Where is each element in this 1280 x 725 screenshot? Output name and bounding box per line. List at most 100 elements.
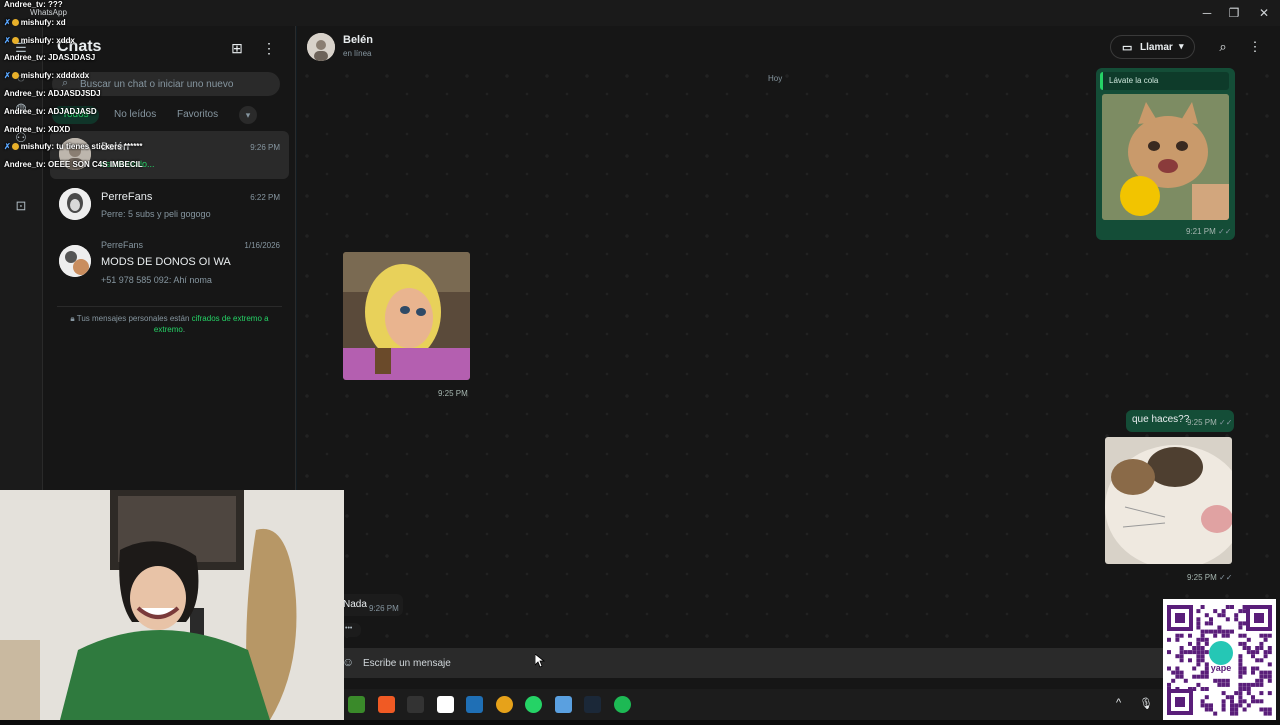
contact-avatar[interactable] [307,33,335,61]
search-icon[interactable]: ⌕ [1213,37,1233,57]
message-composer[interactable]: ☺ [337,648,1202,678]
qr-label: yape [1211,663,1232,673]
day-separator: Hoy [768,74,783,83]
chat-name: MODS DE DONOS OI WA [101,256,231,268]
overlay-message: XDXD [48,124,71,134]
chat-preview: Perre: 5 subs y peli gogogo [101,209,211,219]
overlay-username: Andree_tv [4,89,44,98]
overlay-chat-line: ✗ mishufy: xddx [4,36,75,45]
overlay-chat-line: Andree_tv: OEEE SON C4S IMBECIL [4,160,143,169]
message-time: 9:25 PM ✓✓ [1187,418,1233,427]
filter-more-button[interactable]: ▾ [239,106,257,124]
overlay-chat-line: Andree_tv: ADJADJASD [4,107,97,116]
overlay-chat-line: Andree_tv: JDASJDASJ [4,53,95,62]
message-time: 9:26 PM [369,604,399,613]
mod-badge-icon: ✗ [4,142,11,152]
overlay-message: ADJADJASD [47,106,97,116]
yape-qr-code: yape [1163,599,1276,720]
message-incoming[interactable]: Nada 9:26 PM [337,594,403,616]
overlay-message: OEEE SON C4S IMBECIL [48,160,143,170]
message-time: 9:25 PM [438,389,468,398]
overlay-username: mishufy [20,17,52,27]
message-input[interactable] [363,654,1063,672]
chat-group-label: PerreFans [101,240,144,250]
overlay-username: Andree_tv [4,106,44,116]
message-time: 9:25 PM ✓✓ [1187,573,1233,582]
kebab-menu-icon[interactable]: ⋮ [1245,37,1265,57]
chrome-icon[interactable] [495,696,513,713]
minecraft-icon[interactable] [348,696,365,713]
overlay-chat-line: Andree_tv: ??? [4,0,63,9]
epic-games-icon[interactable] [407,696,424,713]
sticker-cat-closeup[interactable] [1105,437,1232,564]
overlay-username: Andree_tv [4,124,44,134]
quoted-message[interactable]: Lávate la cola [1100,72,1229,90]
windows-taskbar: ^ 🎙︎ [344,689,1164,720]
spotify-icon[interactable] [613,696,631,713]
message-outgoing[interactable]: Lávate la cola 9:21 PM ✓✓ [1096,68,1235,240]
message-time: 9:21 PM ✓✓ [1186,227,1232,236]
overlay-message: ADJASDJSDJ [47,89,101,98]
overlay-username: Andree_tv [4,0,44,9]
chat-row-perrefans[interactable]: PerreFans Perre: 5 subs y peli gogogo 6:… [50,181,289,229]
calculator-icon[interactable] [466,696,483,713]
overlay-username: mishufy [20,71,52,81]
chat-time: 6:22 PM [250,193,280,202]
overlay-chat-line: ✗ mishufy: xdddxdx [4,71,89,80]
avatar [59,188,91,220]
divider [57,306,282,307]
chat-name: PerreFans [101,191,153,203]
capcut-icon[interactable] [436,696,454,713]
whatsapp-window: WhatsApp ─ ❐ ✕ ☰ ◌ ◍ ⚇ ⊡ Chats ⊞ ⋮ ⌕ Tod… [0,0,1280,720]
encryption-notice: 🔒︎ Tus mensajes personales están cifrado… [57,313,282,335]
restore-icon[interactable]: ❐ [1219,4,1249,22]
encryption-text: Tus mensajes personales están [76,314,190,323]
overlay-message: JDASJDASJ [48,53,96,63]
message-outgoing[interactable]: que haces?? 9:25 PM ✓✓ [1126,410,1234,432]
close-icon[interactable]: ✕ [1249,4,1279,22]
sticker-doll[interactable] [343,252,470,380]
overlay-chat-line: Andree_tv: ADJASDJSDJ [4,89,101,98]
tray-overflow-icon[interactable]: ^ [1116,697,1121,709]
overlay-username: Andree_tv [4,53,44,63]
webcam-feed [0,490,344,720]
brave-icon[interactable] [377,696,395,713]
chat-preview: +51 978 585 092: Ahí noma [101,275,212,285]
overlay-username: Andree_tv [4,160,44,170]
sticker-cat-fist[interactable] [1102,94,1229,220]
call-button[interactable]: ▭ Llamar ▾ [1110,35,1195,59]
message-text: que haces?? [1132,414,1190,425]
mod-badge-icon: ✗ [4,17,11,27]
kebab-menu-icon[interactable]: ⋮ [259,38,279,58]
new-chat-icon[interactable]: ⊞ [227,38,247,58]
chevron-down-icon: ▾ [1179,41,1184,51]
overlay-chat-line: Andree_tv: XDXD [4,125,70,134]
overlay-message: xddx [56,35,75,45]
lock-icon: 🔒︎ [70,314,75,323]
sub-badge-icon [11,36,19,44]
read-ticks-icon: ✓✓ [1219,573,1233,582]
contact-name[interactable]: Belén [343,34,373,46]
sub-badge-icon [11,72,19,80]
sub-badge-icon [11,18,19,26]
notepad-icon[interactable] [554,696,572,713]
minimize-icon[interactable]: ─ [1192,4,1222,22]
overlay-message: tu tienes stickers ****** [56,142,143,152]
overlay-message: xd [56,17,66,27]
archive-icon[interactable]: ⊡ [13,198,29,214]
chat-time: 1/16/2026 [244,241,280,250]
conversation-header: Belén en línea ▭ Llamar ▾ ⌕ ⋮ [297,26,1280,68]
overlay-username: mishufy [20,35,52,45]
microphone-icon[interactable]: 🎙︎ [1139,697,1153,710]
steam-icon[interactable] [584,696,601,713]
whatsapp-icon[interactable] [525,696,542,713]
conversation-panel: Belén en línea ▭ Llamar ▾ ⌕ ⋮ Hoy Lávate… [297,26,1280,720]
video-camera-icon: ▭ [1122,42,1133,54]
avatar [59,245,91,277]
contact-status: en línea [343,49,372,58]
overlay-chat-line: ✗ mishufy: xd [4,18,66,27]
chat-row-mods[interactable]: PerreFans MODS DE DONOS OI WA +51 978 58… [50,233,289,291]
overlay-message: xdddxdx [56,71,90,81]
sub-badge-icon [11,143,19,151]
call-label: Llamar [1140,42,1173,53]
